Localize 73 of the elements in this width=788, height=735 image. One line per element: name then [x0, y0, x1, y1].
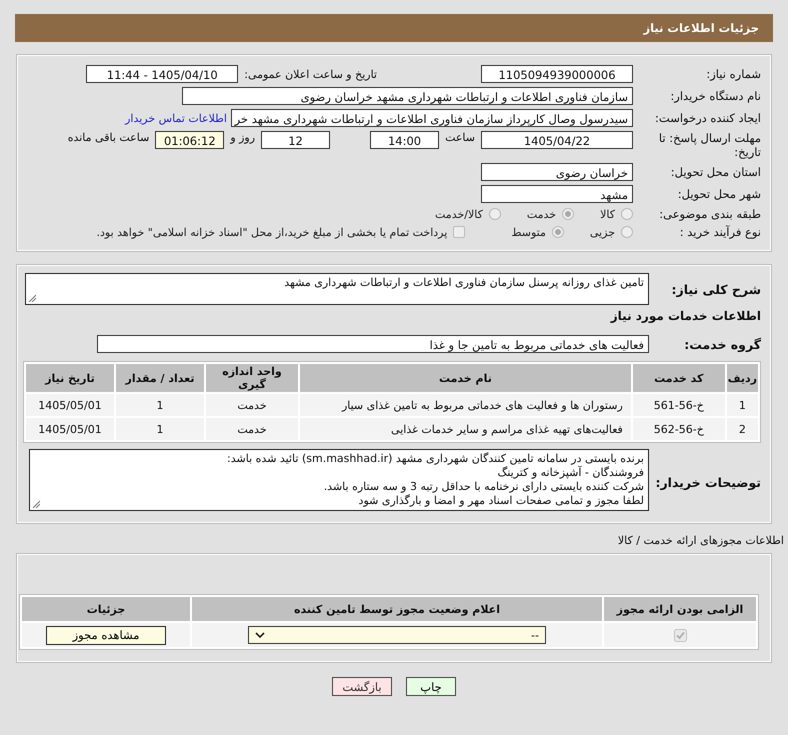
view-license-button[interactable]: مشاهده مجوز — [46, 626, 166, 644]
radio-label: کالا — [600, 208, 615, 220]
announce-date-field: 1405/04/10 - 11:44 — [86, 65, 238, 83]
field-label: طبقه بندی موضوعی: — [658, 207, 761, 221]
radio-button[interactable] — [552, 226, 564, 238]
days-field: 12 — [261, 131, 330, 149]
table-cell: 1405/05/01 — [26, 418, 114, 440]
buyer-notes-text: برنده بایستی در سامانه تامین کنندگان شهرداری مشهد (sm.mashhad.ir) تائید شده باشد: فروشندگان - آشپزخانه و کترینگ شرکت کننده بایستی دارای نرخنامه با حداقل رتبه 3 و سه ستاره باشد. لطفا مجوز و تمامی صفحات اسناد مهر و امضا و بارگذاری شود — [227, 452, 644, 508]
column-header: تاریخ نیاز — [26, 364, 114, 392]
payment-checkbox[interactable] — [453, 226, 466, 238]
radio-label: کالا/خدمت — [435, 208, 483, 220]
table-cell: رستوران ها و فعالیت های خدماتی مربوط به تامین غذای سیار — [300, 394, 631, 416]
radio-label: متوسط — [511, 226, 546, 238]
section-heading: اطلاعات خدمات مورد نیاز — [609, 309, 761, 323]
remaining-time-field: 01:06:12 — [155, 131, 224, 149]
back-button[interactable]: بازگشت — [332, 677, 392, 696]
field-label: استان محل تحویل: — [670, 165, 761, 179]
field-label: شهر محل تحویل: — [676, 187, 761, 201]
deadline-date-field: 1405/04/22 — [481, 131, 633, 149]
field-label: شرح کلی نیاز: — [670, 282, 761, 296]
table-cell: 1 — [116, 394, 204, 416]
field-label: شماره نیاز: — [705, 67, 761, 81]
column-header: جزئیات — [22, 597, 190, 621]
service-group-field: فعالیت های خدماتی مربوط به تامین جا و غذا — [97, 335, 649, 353]
radio-button[interactable] — [621, 208, 633, 220]
field-label: نوع فرآیند خرید : — [678, 225, 761, 239]
column-header: الزامی بودن ارائه مجوز — [604, 597, 756, 621]
table-cell: خ-56-562 — [632, 418, 725, 440]
days-label: روز و — [228, 131, 256, 144]
city-field: مشهد — [481, 185, 633, 203]
deadline-time-field: 14:00 — [370, 131, 440, 149]
caret-icon — [255, 632, 265, 638]
resize-grip-icon — [32, 500, 40, 508]
radio-button[interactable] — [488, 208, 501, 220]
page-title: جزئیات اطلاعات نیاز — [643, 21, 759, 35]
table-cell: فعالیت‌های تهیه غذای مراسم و سایر خدمات غذایی — [300, 418, 631, 440]
table-cell: خدمت — [206, 418, 298, 440]
status-dropdown[interactable]: -- — [248, 626, 546, 644]
time-label: ساعت — [444, 131, 476, 144]
radio-label: جزیی — [590, 226, 615, 238]
field-label: توضیحات خریدار: — [654, 475, 761, 490]
buyer-contact-link[interactable]: اطلاعات تماس خریدار — [125, 112, 231, 124]
province-field: خراسان رضوی — [481, 163, 633, 181]
table-cell: 1 — [116, 418, 204, 440]
required-checkbox[interactable] — [674, 628, 686, 642]
table-cell: خ-56-561 — [632, 394, 725, 416]
resize-grip-icon — [28, 294, 36, 302]
column-header: نام خدمت — [300, 364, 631, 392]
table-cell: خدمت — [206, 394, 298, 416]
radio-button[interactable] — [562, 208, 574, 220]
table-cell: 1 — [726, 394, 758, 416]
field-label: نام دستگاه خریدار: — [669, 89, 761, 103]
buyer-org-field: سازمان فناوری اطلاعات و ارتباطات شهرداری مشهد خراسان رضوی — [182, 87, 633, 105]
remaining-label: ساعت باقی مانده — [66, 131, 150, 144]
column-header: کد خدمت — [632, 364, 725, 392]
column-header: اعلام وضعیت مجوز توسط تامین کننده — [192, 597, 602, 621]
field-label: گروه خدمت: — [683, 336, 761, 352]
radio-label: خدمت — [526, 208, 556, 220]
section-heading: اطلاعات مجوزهای ارائه خدمت / کالا — [616, 534, 784, 547]
field-label: ایجاد کننده درخواست: — [654, 111, 761, 125]
need-number-field: 1105094939000006 — [481, 65, 633, 83]
print-button[interactable]: چاپ — [406, 677, 456, 696]
field-label: مهلت ارسال پاسخ: تا تاریخ: — [658, 131, 761, 159]
field-label: تاریخ و ساعت اعلان عمومی: — [243, 68, 378, 80]
table-cell: 1405/05/01 — [26, 394, 114, 416]
checkbox-label: پرداخت تمام یا بخشی از مبلغ خرید،از محل "اسناد خزانه اسلامی" خواهد بود. — [96, 226, 448, 238]
column-header: تعداد / مقدار — [116, 364, 204, 392]
description-text: تامین غذای روزانه پرسنل سازمان فناوری اطلاعات و ارتباطات شهرداری مشهد — [284, 276, 644, 289]
column-header: واحد اندازه گیری — [206, 364, 298, 392]
table-cell: 2 — [726, 418, 758, 440]
radio-button[interactable] — [621, 226, 633, 238]
requester-field: سیدرسول وصال کارپرداز سازمان فناوری اطلاعات و ارتباطات شهرداری مشهد خر — [231, 109, 633, 127]
column-header: ردیف — [726, 364, 758, 392]
